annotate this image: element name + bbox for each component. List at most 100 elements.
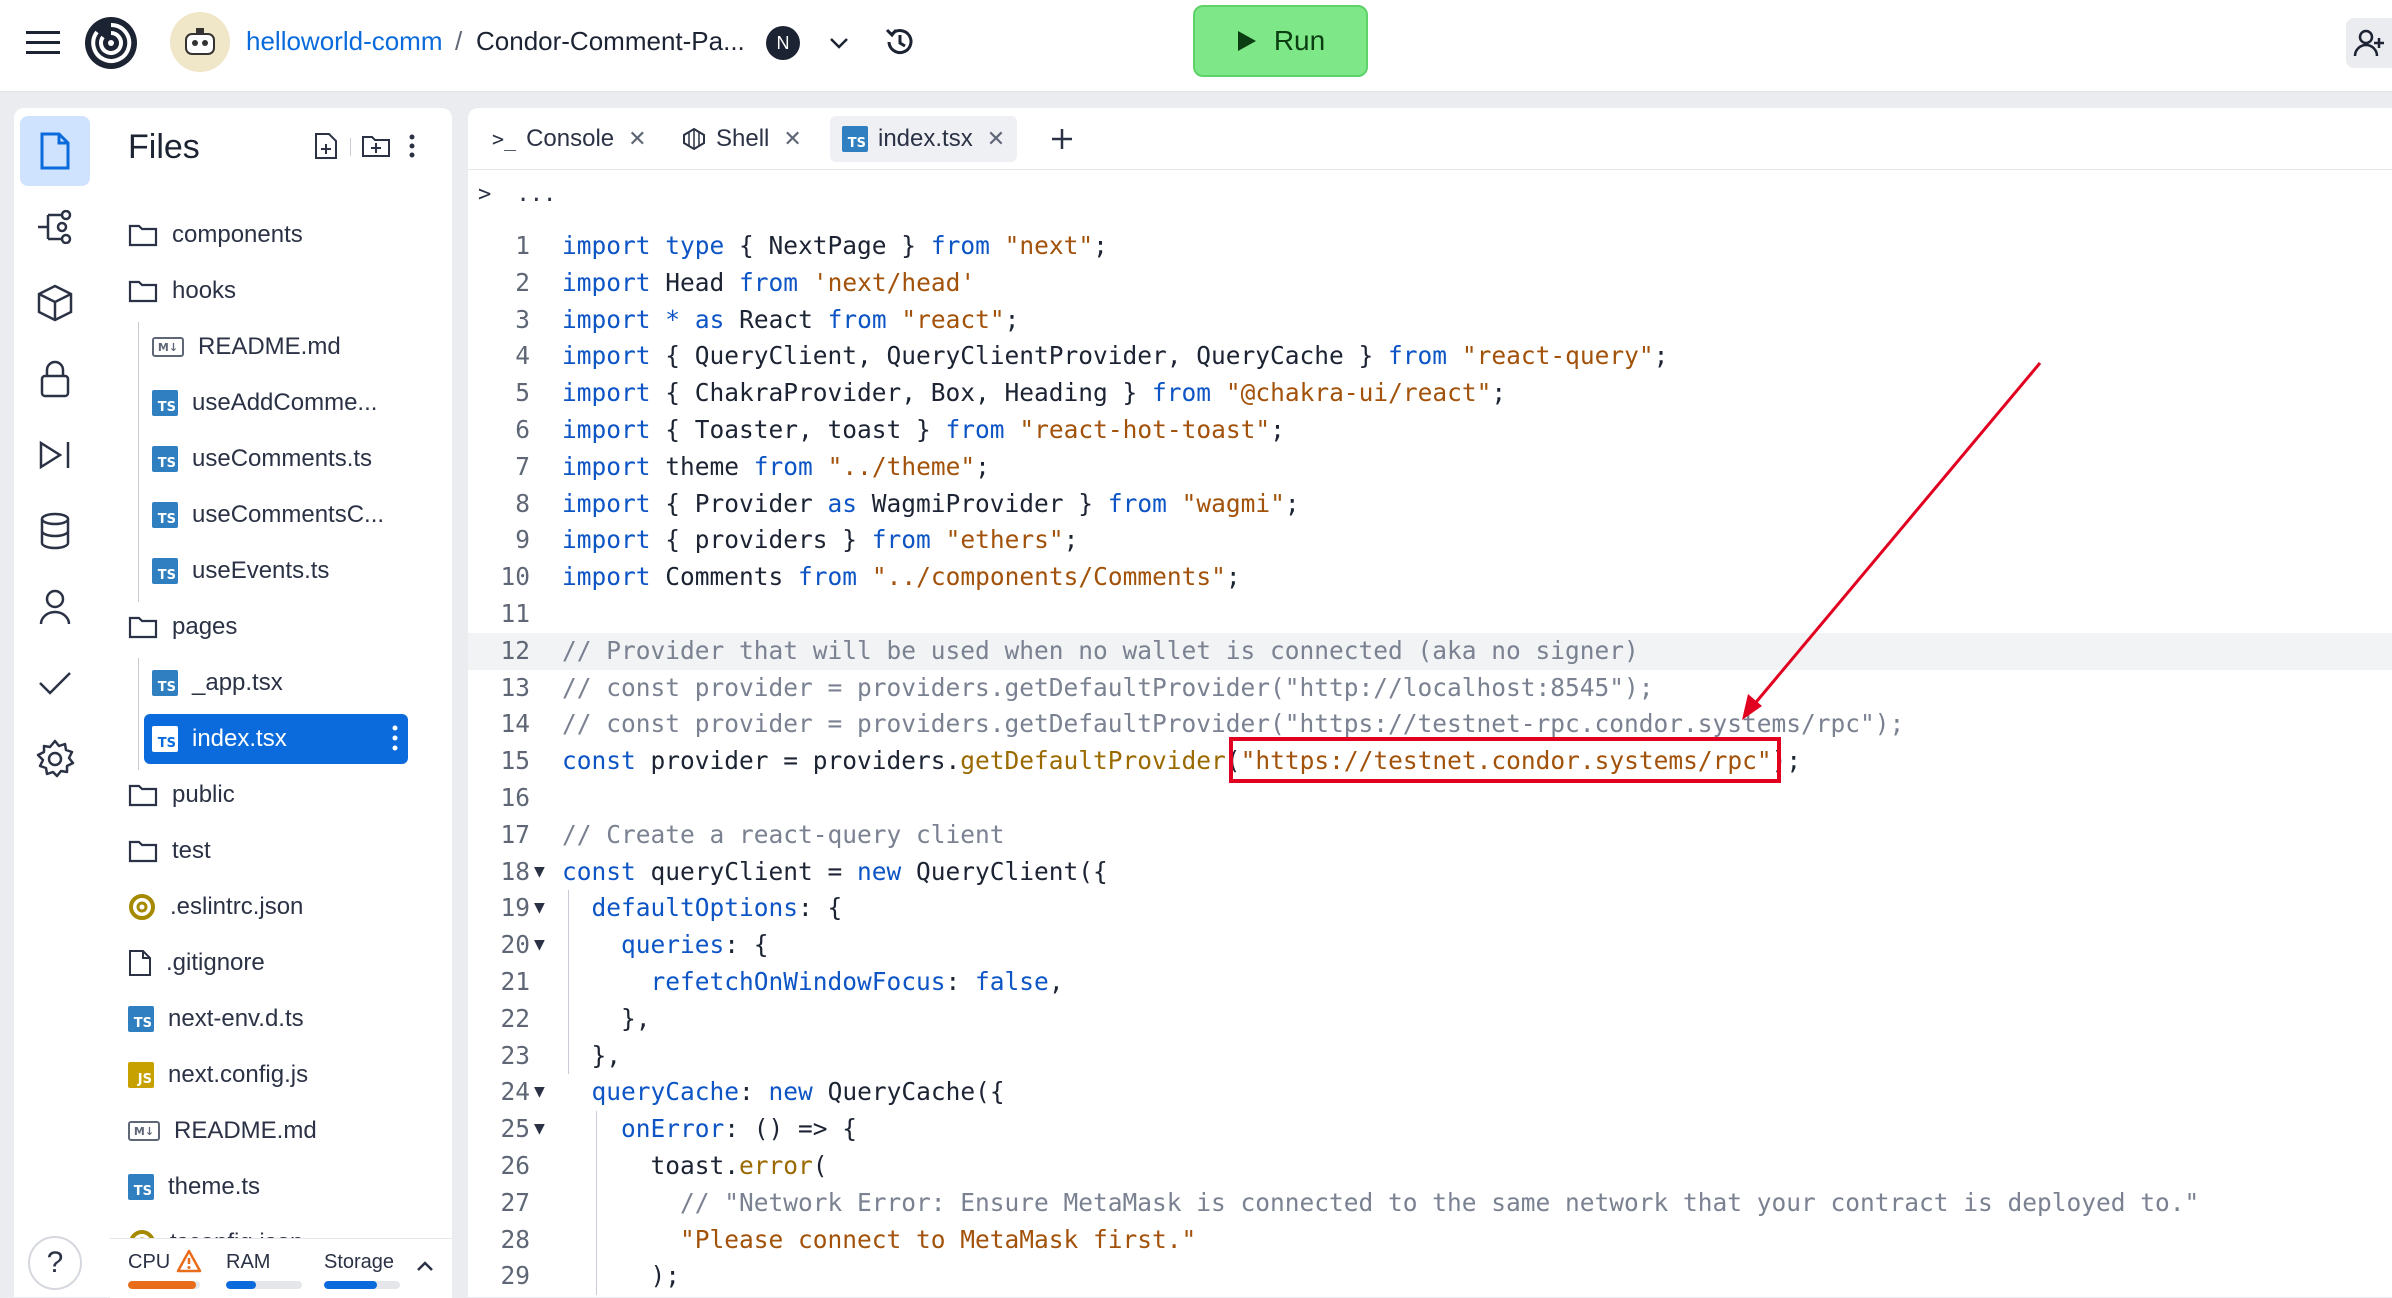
- run-label: Run: [1273, 25, 1326, 56]
- resources-panel[interactable]: CPU RAM Storage: [110, 1238, 452, 1298]
- file-item[interactable]: TS useAddComme...: [152, 378, 410, 428]
- line-number: 4: [515, 341, 530, 371]
- check-icon[interactable]: [20, 648, 90, 718]
- nix-badge[interactable]: N: [766, 26, 800, 60]
- file-item[interactable]: TS index.tsx: [144, 714, 408, 764]
- file-item[interactable]: TS useComments.ts: [152, 434, 410, 484]
- file-item[interactable]: TS theme.ts: [128, 1162, 410, 1212]
- code-breadcrumb[interactable]: > ...: [478, 182, 556, 207]
- code-line[interactable]: 18 ▼ const queryClient = new QueryClient({: [468, 854, 2392, 891]
- file-item[interactable]: TS useEvents.ts: [152, 546, 410, 596]
- code-line[interactable]: 9 import { providers } from "ethers";: [468, 522, 2392, 559]
- user-icon[interactable]: [20, 572, 90, 642]
- folder-item[interactable]: public: [128, 770, 410, 820]
- menu-icon[interactable]: [22, 22, 64, 64]
- code-line[interactable]: 11: [468, 596, 2392, 633]
- file-item[interactable]: M↓ README.md: [152, 322, 410, 372]
- code-text: import theme from "../theme";: [562, 451, 990, 481]
- code-line[interactable]: 23 },: [468, 1038, 2392, 1075]
- repl-avatar[interactable]: [170, 12, 230, 72]
- fold-arrow-icon[interactable]: ▼: [534, 927, 554, 964]
- code-line[interactable]: 16: [468, 780, 2392, 817]
- chevron-down-icon[interactable]: [824, 28, 854, 58]
- replit-logo-icon[interactable]: [82, 14, 140, 72]
- file-item[interactable]: JS next.config.js: [128, 1050, 410, 1100]
- folder-icon: [128, 784, 158, 807]
- close-icon[interactable]: ✕: [783, 126, 801, 152]
- code-line[interactable]: 13 // const provider = providers.getDefau…: [468, 670, 2392, 707]
- git-branch-icon[interactable]: [20, 192, 90, 262]
- line-number: 5: [515, 378, 530, 408]
- code-text: },: [562, 1040, 622, 1070]
- indent-guide: [596, 1111, 597, 1296]
- ram-label: RAM: [226, 1251, 271, 1273]
- close-icon[interactable]: ✕: [987, 126, 1005, 152]
- line-number: 18: [500, 856, 530, 886]
- code-line[interactable]: 3 import * as React from "react";: [468, 302, 2392, 339]
- code-line[interactable]: 4 import { QueryClient, QueryClientProvid…: [468, 338, 2392, 375]
- code-line[interactable]: 28 "Please connect to MetaMask first.": [468, 1222, 2392, 1259]
- code-line[interactable]: 29 );: [468, 1258, 2392, 1295]
- code-line[interactable]: 27 // "Network Error: Ensure MetaMask is…: [468, 1185, 2392, 1222]
- code-line[interactable]: 7 import theme from "../theme";: [468, 449, 2392, 486]
- tab-shell[interactable]: Shell ✕: [670, 116, 814, 162]
- lock-icon[interactable]: [20, 344, 90, 414]
- history-icon[interactable]: [880, 22, 920, 62]
- chevron-up-icon[interactable]: [410, 1251, 440, 1281]
- code-line[interactable]: 20 ▼ queries: {: [468, 927, 2392, 964]
- code-text: import Comments from "../components/Comm…: [562, 562, 1241, 592]
- folder-item[interactable]: pages: [128, 602, 410, 652]
- file-item[interactable]: .eslintrc.json: [128, 882, 410, 932]
- file-item[interactable]: TS next-env.d.ts: [128, 994, 410, 1044]
- invite-user-icon[interactable]: [2346, 18, 2392, 68]
- database-icon[interactable]: [20, 496, 90, 566]
- code-line[interactable]: 21 refetchOnWindowFocus: false,: [468, 964, 2392, 1001]
- code-line[interactable]: 5 import { ChakraProvider, Box, Heading }…: [468, 375, 2392, 412]
- folder-item[interactable]: hooks: [128, 266, 410, 316]
- code-text: onError: () => {: [621, 1114, 858, 1144]
- folder-icon: [128, 224, 158, 247]
- code-line[interactable]: 24 ▼ queryCache: new QueryCache({: [468, 1074, 2392, 1111]
- play-icon: [1237, 31, 1256, 51]
- new-folder-icon[interactable]: [358, 130, 394, 162]
- code-line[interactable]: 17 // Create a react-query client: [468, 817, 2392, 854]
- folder-item[interactable]: components: [128, 210, 410, 260]
- file-item[interactable]: M↓ README.md: [128, 1106, 410, 1156]
- run-button[interactable]: Run: [1193, 5, 1368, 77]
- file-name: useCommentsC...: [192, 501, 385, 528]
- code-line[interactable]: 8 import { Provider as WagmiProvider } fr…: [468, 486, 2392, 523]
- package-icon[interactable]: [20, 268, 90, 338]
- code-line[interactable]: 22 },: [468, 1001, 2392, 1038]
- more-options-icon[interactable]: [392, 724, 398, 759]
- code-line[interactable]: 19 ▼ defaultOptions: {: [468, 890, 2392, 927]
- breadcrumb-text: ...: [516, 182, 557, 207]
- help-button[interactable]: ?: [28, 1236, 82, 1290]
- fold-arrow-icon[interactable]: ▼: [534, 1111, 554, 1148]
- code-line[interactable]: 10 import Comments from "../components/Co…: [468, 559, 2392, 596]
- repl-name[interactable]: Condor-Comment-Pa...: [476, 26, 745, 57]
- code-line[interactable]: 1 import type { NextPage } from "next";: [468, 228, 2392, 265]
- more-options-icon[interactable]: [402, 130, 422, 162]
- file-icon[interactable]: [20, 116, 90, 186]
- fold-arrow-icon[interactable]: ▼: [534, 1074, 554, 1111]
- code-line[interactable]: 25 ▼ onError: () => {: [468, 1111, 2392, 1148]
- tab-console[interactable]: >_ Console ✕: [480, 116, 659, 162]
- close-icon[interactable]: ✕: [628, 126, 646, 152]
- line-number: 24: [500, 1077, 530, 1107]
- fold-arrow-icon[interactable]: ▼: [534, 854, 554, 891]
- tab-index-tsx[interactable]: TS index.tsx ✕: [830, 116, 1018, 162]
- folder-item[interactable]: test: [128, 826, 410, 876]
- settings-icon[interactable]: [20, 724, 90, 794]
- fold-arrow-icon[interactable]: ▼: [534, 890, 554, 927]
- code-line[interactable]: 2 import Head from 'next/head': [468, 265, 2392, 302]
- file-item[interactable]: TS useCommentsC...: [152, 490, 410, 540]
- new-file-icon[interactable]: [310, 130, 342, 162]
- code-line[interactable]: 6 import { Toaster, toast } from "react-h…: [468, 412, 2392, 449]
- new-tab-button[interactable]: [1038, 116, 1086, 162]
- file-item[interactable]: TS _app.tsx: [152, 658, 410, 708]
- file-item[interactable]: .gitignore: [128, 938, 410, 988]
- code-line[interactable]: 12 // Provider that will be used when no …: [468, 632, 2392, 670]
- debugger-icon[interactable]: [20, 420, 90, 490]
- code-line[interactable]: 26 toast.error(: [468, 1148, 2392, 1185]
- repl-owner-link[interactable]: helloworld-comm: [246, 26, 443, 57]
